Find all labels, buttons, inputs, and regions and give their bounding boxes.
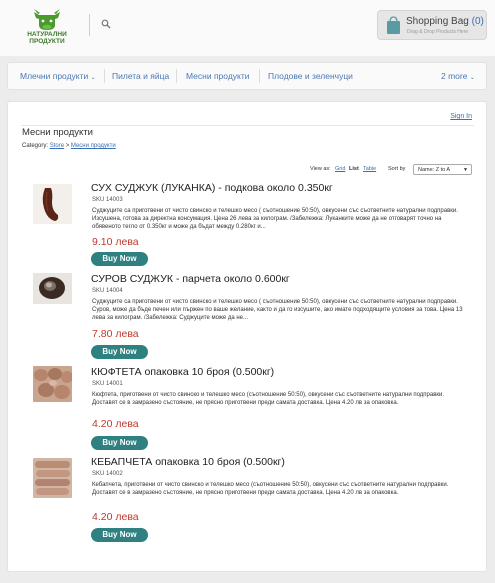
- bag-title-text: Shopping Bag: [406, 16, 469, 27]
- nav-item-label: Пилета и яйца: [112, 71, 170, 81]
- product-name[interactable]: СУРОВ СУДЖУК - парчета около 0.600кг: [91, 273, 290, 285]
- product-name[interactable]: КЕБАПЧЕТА опаковка 10 броя (0.500кг): [91, 456, 285, 468]
- site-header: НАТУРАЛНИ ПРОДУКТИ Shopping Bag (0) Drag…: [0, 0, 495, 56]
- nav-item-chicken-eggs[interactable]: Пилета и яйца: [112, 71, 169, 81]
- product-image[interactable]: [33, 273, 72, 304]
- bag-title: Shopping Bag (0): [406, 16, 484, 27]
- nav-more-label: 2 more: [441, 71, 468, 81]
- page-title: Месни продукти: [22, 127, 93, 138]
- buy-now-button[interactable]: Buy Now: [91, 436, 148, 450]
- view-options-bar: View as: Grid List Table Sort by Name: Z…: [8, 164, 488, 176]
- product-sku: SKU 14004: [92, 288, 123, 294]
- view-as-label: View as:: [310, 166, 331, 172]
- store-logo[interactable]: НАТУРАЛНИ ПРОДУКТИ: [24, 6, 70, 46]
- logo-text-line2: ПРОДУКТИ: [29, 38, 65, 45]
- product-description: Суджуците са приготвени от чисто свинско…: [92, 208, 458, 230]
- product-name[interactable]: КЮФТЕТА опаковка 10 броя (0.500кг): [91, 366, 274, 378]
- sort-by-label: Sort by: [388, 166, 406, 172]
- nav-item-label: Плодове и зеленчуци: [268, 71, 353, 81]
- nav-separator: [176, 69, 177, 83]
- logo-text-line1: НАТУРАЛНИ: [27, 31, 67, 38]
- nav-more[interactable]: 2 more ⌄: [441, 71, 475, 81]
- search-icon[interactable]: [101, 19, 111, 29]
- product-image[interactable]: [33, 184, 72, 224]
- divider: [21, 125, 474, 126]
- product-image[interactable]: [33, 458, 72, 498]
- product-image[interactable]: [33, 366, 72, 402]
- dropdown-arrow-icon: ▼: [463, 167, 468, 173]
- product-price: 9.10 лева: [92, 236, 139, 248]
- cow-logo-icon: [34, 9, 60, 30]
- nav-item-fruits-vegetables[interactable]: Плодове и зеленчуци: [268, 71, 353, 81]
- product-sku: SKU 14002: [92, 471, 123, 477]
- view-grid-link[interactable]: Grid: [335, 166, 345, 172]
- chevron-down-icon: ⌄: [469, 75, 475, 81]
- product-sku: SKU 14001: [92, 381, 123, 387]
- buy-now-button[interactable]: Buy Now: [91, 528, 148, 542]
- breadcrumb-store-link[interactable]: Store: [50, 143, 64, 149]
- view-table-link[interactable]: Table: [363, 166, 376, 172]
- nav-separator: [259, 69, 260, 83]
- sign-in-link[interactable]: Sign In: [450, 113, 472, 120]
- nav-item-dairy[interactable]: Млечни продукти ⌄: [20, 71, 96, 81]
- product-item: СУХ СУДЖУК (ЛУКАНКА) - подкова около 0.3…: [8, 182, 488, 272]
- product-description: Кебапчета, приготвени от чисто свинско и…: [92, 482, 449, 496]
- breadcrumb-prefix: Category:: [22, 143, 49, 149]
- breadcrumb-separator: >: [65, 143, 70, 149]
- shopping-bag-icon: [387, 16, 400, 34]
- nav-separator: [104, 69, 105, 83]
- product-price: 4.20 лева: [92, 418, 139, 430]
- nav-item-label: Месни продукти: [186, 71, 250, 81]
- buy-now-button[interactable]: Buy Now: [91, 345, 148, 359]
- product-price: 7.80 лева: [92, 328, 139, 340]
- view-list-current: List: [349, 166, 359, 172]
- nav-item-label: Млечни продукти: [20, 71, 89, 81]
- product-sku: SKU 14003: [92, 197, 123, 203]
- bag-count: (0): [471, 16, 484, 27]
- breadcrumb: Category: Store > Месни продукти: [22, 143, 116, 149]
- product-description: Кюфтета, приготвени от чисто свинско и т…: [92, 392, 445, 406]
- breadcrumb-current-link[interactable]: Месни продукти: [71, 143, 116, 149]
- category-nav: Млечни продукти ⌄ Пилета и яйца Месни пр…: [7, 62, 487, 90]
- nav-item-meat[interactable]: Месни продукти: [186, 71, 250, 81]
- product-description: Суджуците са приготвени от чисто свинско…: [92, 299, 463, 321]
- sort-select[interactable]: Name: Z to A ▼: [413, 164, 472, 175]
- logo-text: НАТУРАЛНИ ПРОДУКТИ: [24, 31, 70, 45]
- shopping-bag[interactable]: Shopping Bag (0) Drag & Drop Products He…: [377, 10, 487, 40]
- bag-subtitle: Drag & Drop Products Here: [407, 29, 469, 35]
- chevron-down-icon: ⌄: [90, 75, 96, 81]
- buy-now-button[interactable]: Buy Now: [91, 252, 148, 266]
- sort-select-value: Name: Z to A: [418, 167, 451, 173]
- product-item: КЕБАПЧЕТА опаковка 10 броя (0.500кг) SKU…: [8, 456, 488, 546]
- product-price: 4.20 лева: [92, 511, 139, 523]
- product-item: СУРОВ СУДЖУК - парчета около 0.600кг SKU…: [8, 273, 488, 363]
- main-content: Sign In Месни продукти Category: Store >…: [7, 101, 487, 572]
- product-name[interactable]: СУХ СУДЖУК (ЛУКАНКА) - подкова около 0.3…: [91, 182, 333, 194]
- header-divider: [89, 14, 90, 36]
- product-item: КЮФТЕТА опаковка 10 броя (0.500кг) SKU 1…: [8, 366, 488, 456]
